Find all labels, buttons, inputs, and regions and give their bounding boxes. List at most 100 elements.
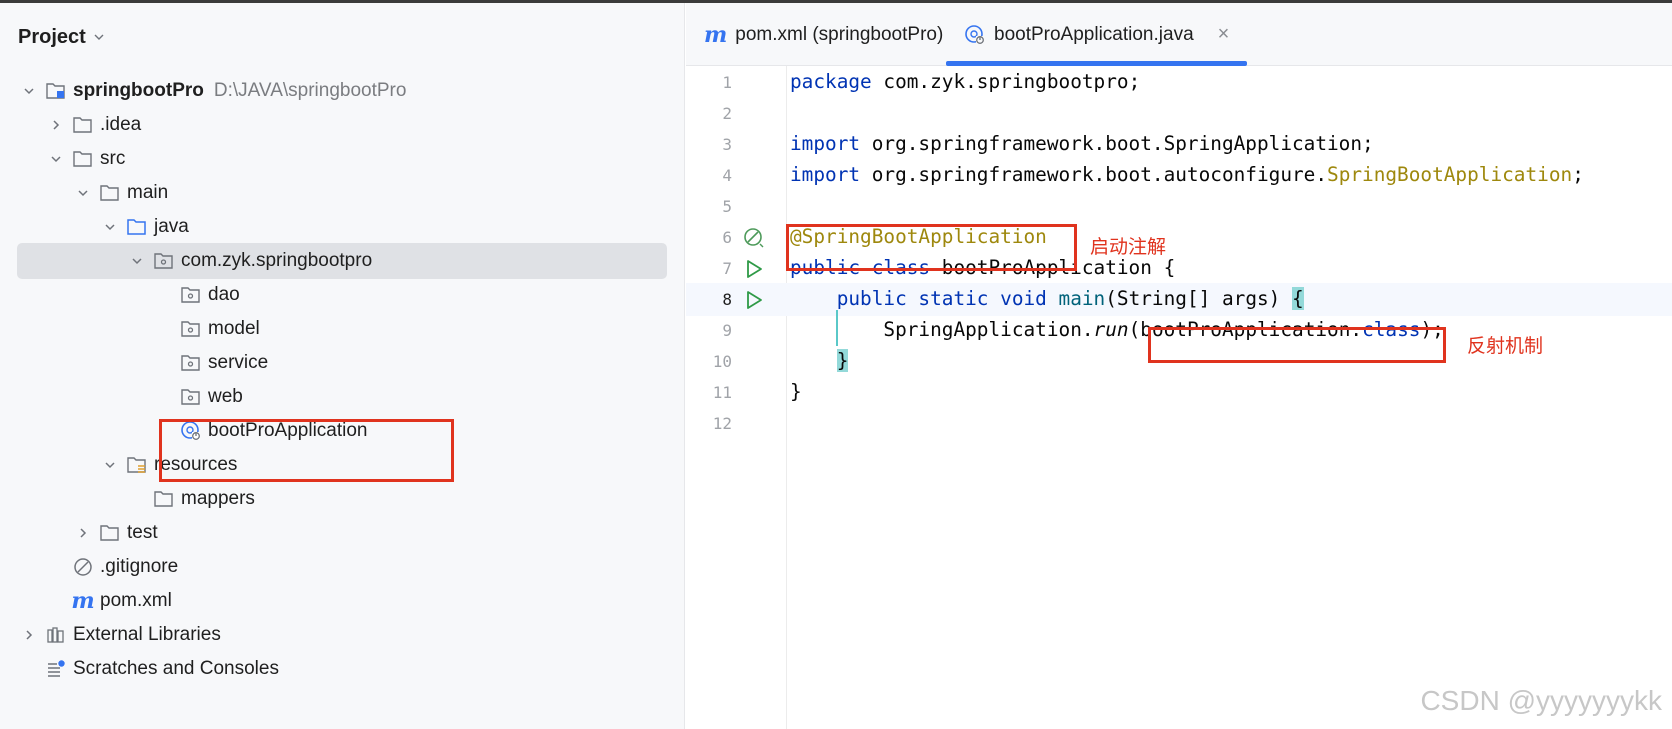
line-number: 2: [722, 104, 732, 123]
tree-item-web[interactable]: web: [17, 379, 667, 415]
tab-label: bootProApplication.java: [994, 23, 1194, 45]
code-text: }: [790, 380, 802, 403]
code-text: import org.springframework.boot.autoconf…: [790, 163, 1584, 186]
tree-item-label: pom.xml: [100, 590, 172, 611]
folder-icon: [99, 183, 121, 203]
line-number: 10: [712, 352, 732, 371]
tree-item-label: service: [208, 352, 269, 373]
tree-item-label: External Libraries: [73, 624, 221, 645]
spring-bean-icon[interactable]: [742, 226, 766, 250]
code-text: package com.zyk.springbootpro;: [790, 70, 1141, 93]
code-line-5: 5: [686, 190, 1672, 223]
code-line-8: 8 public static void main(String[] args)…: [686, 283, 1672, 316]
tree-item-java[interactable]: java: [17, 209, 667, 245]
code-text: }: [836, 349, 849, 372]
spring-boot-class-icon: [965, 24, 984, 44]
project-tool-window: Project springbootPro D:\JAVA\springboot…: [0, 3, 685, 729]
tree-item-test[interactable]: test: [17, 515, 667, 551]
tree-item-src[interactable]: src: [17, 141, 667, 177]
chevron-down-icon[interactable]: [48, 151, 64, 167]
tree-item-main[interactable]: main: [17, 175, 667, 211]
run-icon[interactable]: [742, 257, 766, 281]
line-number: 1: [722, 73, 732, 92]
chevron-down-icon[interactable]: [75, 185, 91, 201]
highlight-box-springbootapplication: [786, 224, 1077, 271]
package-icon: [180, 285, 202, 305]
chevron-right-icon[interactable]: [21, 627, 37, 643]
tree-item-label: com.zyk.springbootpro: [181, 250, 373, 271]
package-icon: [180, 353, 202, 373]
folder-icon: [99, 523, 121, 543]
code-line-2: 2: [686, 97, 1672, 130]
chevron-down-icon: [94, 34, 104, 40]
chevron-down-icon[interactable]: [102, 457, 118, 473]
code-text: import org.springframework.boot.SpringAp…: [790, 132, 1374, 155]
chevron-down-icon[interactable]: [129, 253, 145, 269]
line-number: 9: [722, 321, 732, 340]
tree-item-com-zyk-springbootpro[interactable]: com.zyk.springbootpro: [17, 243, 667, 279]
run-icon[interactable]: [742, 288, 766, 312]
tree-item-mappers[interactable]: mappers: [17, 481, 667, 517]
library-icon: [45, 625, 67, 645]
tree-item-scratches[interactable]: Scratches and Consoles: [17, 651, 667, 687]
project-view-title: Project: [18, 25, 86, 48]
chevron-right-icon[interactable]: [48, 117, 64, 133]
tree-item-label: src: [100, 148, 126, 169]
tree-item-label: dao: [208, 284, 240, 305]
line-number: 8: [722, 290, 732, 309]
tree-item-label: test: [127, 522, 158, 543]
line-number: 5: [722, 197, 732, 216]
tree-item-springbootpro[interactable]: springbootPro D:\JAVA\springbootPro: [17, 73, 667, 109]
source-folder-icon: [126, 217, 148, 237]
line-number: 12: [712, 414, 732, 433]
folder-icon: [72, 149, 94, 169]
highlight-box-class-argument: [1148, 327, 1446, 363]
tree-item-service[interactable]: service: [17, 345, 667, 381]
resources-folder-icon: [126, 455, 148, 475]
package-icon: [180, 319, 202, 339]
chevron-down-icon[interactable]: [102, 219, 118, 235]
code-line-1: 1 package com.zyk.springbootpro;: [686, 66, 1672, 99]
line-number: 11: [712, 383, 732, 402]
tree-item-gitignore[interactable]: .gitignore: [17, 549, 667, 585]
code-line-11: 11 }: [686, 376, 1672, 409]
tab-bootproapplication-java[interactable]: bootProApplication.java ×: [946, 3, 1248, 66]
code-line-4: 4 import org.springframework.boot.autoco…: [686, 159, 1672, 192]
code-line-12: 12: [686, 407, 1672, 440]
tree-item-model[interactable]: model: [17, 311, 667, 347]
tree-item-label: springbootPro: [73, 80, 204, 101]
tree-item-label: model: [208, 318, 260, 339]
gitignore-icon: [72, 557, 94, 577]
line-number: 7: [722, 259, 732, 278]
tree-item-external-libraries[interactable]: External Libraries: [17, 617, 667, 653]
maven-icon: m: [704, 21, 728, 48]
tree-item-label: .gitignore: [100, 556, 179, 577]
watermark: CSDN @yyyyyyykk: [1420, 685, 1662, 716]
project-view-dropdown[interactable]: Project: [18, 23, 104, 51]
tree-item-label: java: [154, 216, 189, 237]
note-startup-annotation: 启动注解: [1090, 236, 1167, 258]
folder-icon: [72, 115, 94, 135]
tree-item-label: main: [127, 182, 169, 203]
tab-label: pom.xml (springbootPro): [735, 23, 944, 45]
tree-item-label: Scratches and Consoles: [73, 658, 279, 679]
package-icon: [180, 387, 202, 407]
close-icon[interactable]: ×: [1218, 23, 1230, 46]
note-reflection: 反射机制: [1467, 335, 1544, 357]
tree-item-pom-xml[interactable]: m pom.xml: [17, 583, 667, 619]
tab-pom-xml[interactable]: m pom.xml (springbootPro): [704, 3, 943, 66]
chevron-down-icon[interactable]: [21, 83, 37, 99]
tree-item-dao[interactable]: dao: [17, 277, 667, 313]
tree-item-idea[interactable]: .idea: [17, 107, 667, 143]
scratches-icon: [45, 659, 67, 679]
line-number: 3: [722, 135, 732, 154]
module-folder-icon: [45, 81, 67, 101]
indent-guide: [836, 310, 838, 346]
code-text: public static void main(String[] args) {: [836, 287, 1304, 310]
highlight-box-bootproapplication: [159, 419, 454, 482]
code-editor[interactable]: 1 package com.zyk.springbootpro; 2 3 imp…: [686, 66, 1672, 729]
tree-item-label: .idea: [100, 114, 142, 135]
code-line-3: 3 import org.springframework.boot.Spring…: [686, 128, 1672, 161]
chevron-right-icon[interactable]: [75, 525, 91, 541]
tree-item-label: mappers: [181, 488, 255, 509]
